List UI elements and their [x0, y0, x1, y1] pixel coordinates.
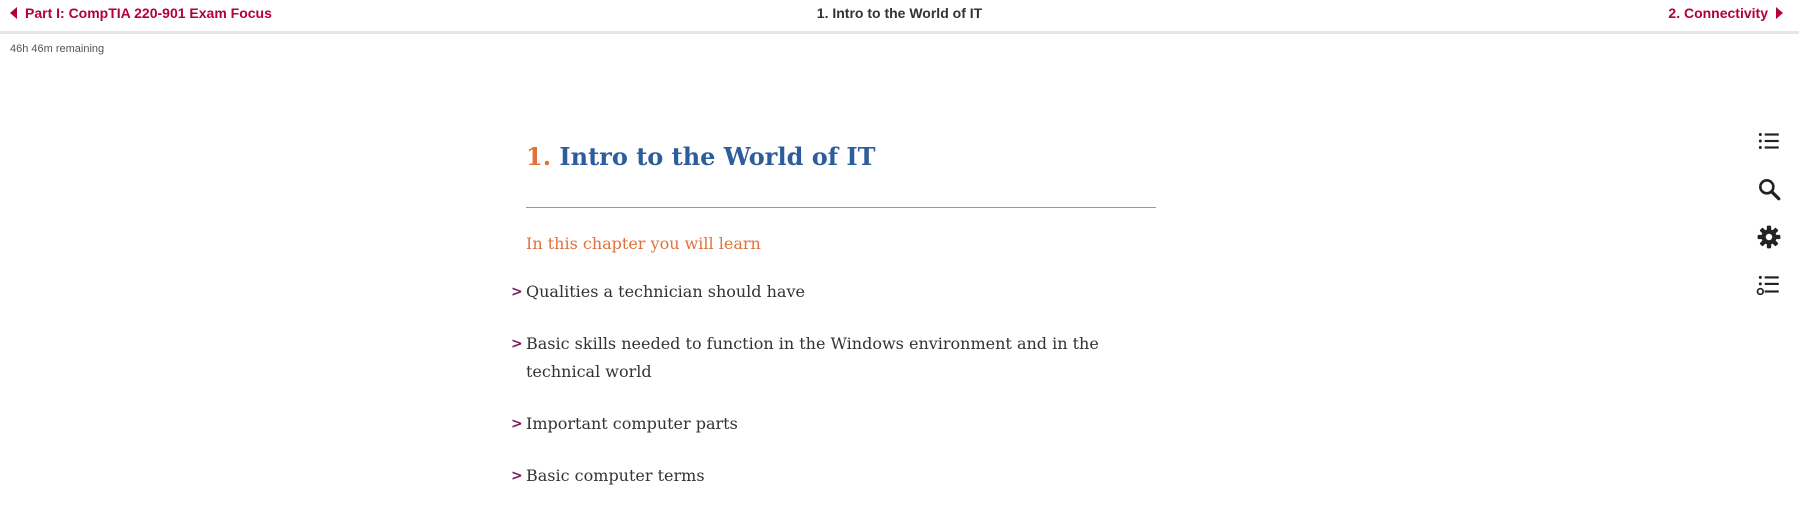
top-navigation-bar: Part I: CompTIA 220-901 Exam Focus 1. In…	[0, 0, 1799, 34]
chapter-heading: 1. Intro to the World of IT	[526, 140, 1156, 174]
reader-toolbar	[1756, 128, 1786, 320]
current-section-title: 1. Intro to the World of IT	[816, 5, 983, 21]
learning-objectives-list: > Qualities a technician should have > B…	[511, 278, 1156, 490]
triangle-right-icon	[1776, 7, 1783, 19]
list-item-text: Basic computer terms	[526, 466, 705, 485]
learn-heading: In this chapter you will learn	[526, 234, 761, 253]
chevron-right-icon: >	[511, 468, 523, 484]
chapter-content: 1. Intro to the World of IT In this chap…	[511, 140, 1156, 514]
chevron-right-icon: >	[511, 416, 523, 432]
next-section-label: 2. Connectivity	[1668, 5, 1768, 21]
list-item-text: Basic skills needed to function in the W…	[526, 334, 1099, 381]
list-item-text: Important computer parts	[526, 414, 738, 433]
list-item: > Qualities a technician should have	[511, 278, 1156, 306]
chapter-title: Intro to the World of IT	[559, 142, 876, 171]
chevron-right-icon: >	[511, 336, 523, 352]
chapter-number: 1.	[526, 142, 552, 171]
list-item: > Basic computer terms	[511, 462, 1156, 490]
list-item: > Important computer parts	[511, 410, 1156, 438]
list-item-text: Qualities a technician should have	[526, 282, 805, 301]
chevron-right-icon: >	[511, 284, 523, 300]
settings-icon[interactable]	[1756, 224, 1782, 250]
playlist-add-icon[interactable]	[1756, 272, 1782, 298]
next-section-link[interactable]: 2. Connectivity	[1668, 5, 1783, 21]
heading-divider	[526, 207, 1156, 208]
list-item: > Basic skills needed to function in the…	[511, 330, 1156, 386]
table-of-contents-icon[interactable]	[1756, 128, 1782, 154]
search-icon[interactable]	[1756, 176, 1782, 202]
time-remaining: 46h 46m remaining	[10, 43, 105, 55]
